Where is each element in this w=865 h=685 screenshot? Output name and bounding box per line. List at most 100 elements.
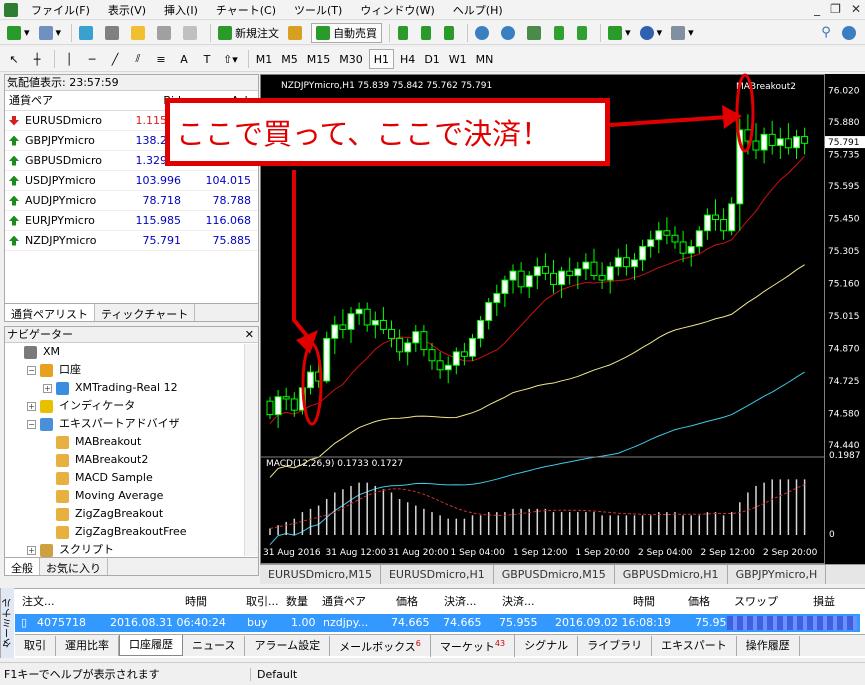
menu-help[interactable]: ヘルプ(H): [444, 2, 512, 18]
menu-view[interactable]: 表示(V): [99, 2, 155, 18]
hdr-volume[interactable]: 数量: [286, 593, 308, 609]
period-d1[interactable]: D1: [421, 49, 442, 69]
period-m5[interactable]: M5: [278, 49, 301, 69]
terminal-tab[interactable]: 操作履歴: [737, 635, 800, 656]
navigator-scrollbar[interactable]: [244, 344, 258, 556]
terminal-tab[interactable]: シグナル: [515, 635, 579, 656]
market-watch-button[interactable]: [76, 23, 99, 43]
chat-button[interactable]: [839, 23, 862, 43]
terminal-tab[interactable]: エキスパート: [652, 635, 737, 656]
label-tool-button[interactable]: T: [197, 49, 217, 69]
terminal-button[interactable]: [154, 23, 177, 43]
nav-item[interactable]: + インディケータ: [5, 397, 258, 415]
menu-insert[interactable]: 挿入(I): [155, 2, 207, 18]
menu-window[interactable]: ウィンドウ(W): [351, 2, 443, 18]
nav-item[interactable]: MACD Sample: [5, 469, 258, 487]
menu-file[interactable]: ファイル(F): [22, 2, 99, 18]
terminal-tab[interactable]: 取引: [15, 635, 56, 656]
nav-item[interactable]: − エキスパートアドバイザ: [5, 415, 258, 433]
restore-icon[interactable]: ❐: [830, 2, 841, 16]
menu-chart[interactable]: チャート(C): [207, 2, 285, 18]
terminal-tab[interactable]: ライブラリ: [578, 635, 653, 656]
nav-item[interactable]: − 口座: [5, 361, 258, 379]
terminal-tab[interactable]: ニュース: [183, 635, 246, 656]
tab-general[interactable]: 全般: [5, 558, 40, 575]
table-row[interactable]: ▯ 4075718 2016.08.31 06:40:24 buy 1.00 n…: [15, 614, 860, 632]
line-chart-button[interactable]: [440, 23, 460, 43]
templates-button[interactable]: ▾: [668, 23, 697, 43]
fibonacci-button[interactable]: ≡: [151, 49, 171, 69]
hdr-profit[interactable]: 損益: [813, 593, 835, 609]
nav-item[interactable]: XM: [5, 343, 258, 361]
text-tool-button[interactable]: A: [174, 49, 194, 69]
metaeditor-button[interactable]: [285, 23, 308, 43]
cursor-button[interactable]: ↖: [4, 49, 24, 69]
hdr-close-time[interactable]: 時間: [633, 593, 655, 609]
indicators-button[interactable]: ▾: [605, 23, 634, 43]
col-symbol[interactable]: 通貨ペア: [5, 91, 113, 110]
terminal-tab[interactable]: アラーム設定: [245, 635, 331, 656]
zoom-in-button[interactable]: [472, 23, 495, 43]
table-row[interactable]: AUDJPYmicro 78.718 78.788: [5, 191, 258, 211]
chart-shift-button[interactable]: [550, 23, 570, 43]
table-row[interactable]: NZDJPYmicro 75.791 75.885: [5, 231, 258, 251]
hdr-symbol[interactable]: 通貨ペア: [322, 593, 366, 609]
nav-item[interactable]: MABreakout2: [5, 451, 258, 469]
crosshair-button[interactable]: ┼: [27, 49, 47, 69]
chart-tab-2[interactable]: EURUSDmicro,H1: [381, 565, 494, 584]
hdr-price[interactable]: 価格: [396, 593, 418, 609]
expand-icon[interactable]: +: [27, 401, 36, 411]
close-icon[interactable]: ✕: [245, 327, 258, 342]
tab-tick-chart[interactable]: ティックチャート: [95, 304, 196, 321]
expand-icon[interactable]: −: [27, 365, 36, 375]
data-window-button[interactable]: [102, 23, 125, 43]
period-m15[interactable]: M15: [304, 49, 334, 69]
tester-button[interactable]: [180, 23, 203, 43]
bar-chart-button[interactable]: [394, 23, 414, 43]
hdr-time[interactable]: 時間: [185, 593, 207, 609]
navigator-button[interactable]: [128, 23, 151, 43]
nav-item[interactable]: Moving Average: [5, 487, 258, 505]
nav-item[interactable]: MABreakout: [5, 433, 258, 451]
nav-item[interactable]: ZigZagBreakout: [5, 505, 258, 523]
expand-icon[interactable]: −: [27, 419, 36, 429]
zoom-out-button[interactable]: [498, 23, 521, 43]
terminal-tab[interactable]: 運用比率: [56, 635, 119, 656]
hdr-tp[interactable]: 決済...: [502, 593, 535, 609]
periods-button[interactable]: ▾: [637, 23, 666, 43]
channel-button[interactable]: ⫽: [128, 49, 148, 69]
expand-icon[interactable]: +: [27, 545, 36, 555]
nav-item[interactable]: ZigZagBreakoutFree: [5, 523, 258, 541]
chart-tab-5[interactable]: GBPJPYmicro,H: [728, 565, 827, 584]
tab-symbols[interactable]: 通貨ペアリスト: [5, 304, 95, 321]
auto-trading-button[interactable]: 自動売買: [311, 22, 383, 43]
tile-windows-button[interactable]: [524, 23, 547, 43]
nav-item[interactable]: + XMTrading-Real 12: [5, 379, 258, 397]
horizontal-line-button[interactable]: ─: [82, 49, 102, 69]
new-chart-button[interactable]: ▾: [4, 23, 33, 43]
candle-chart-button[interactable]: [417, 23, 437, 43]
terminal-tab[interactable]: 口座履歴: [119, 635, 183, 656]
arrows-button[interactable]: ⇧▾: [220, 49, 241, 69]
profiles-button[interactable]: ▾: [36, 23, 65, 43]
terminal-tab[interactable]: マーケット43: [431, 633, 516, 658]
chart-tab-4[interactable]: GBPUSDmicro,H1: [615, 565, 728, 584]
period-m30[interactable]: M30: [336, 49, 366, 69]
period-mn[interactable]: MN: [473, 49, 497, 69]
hdr-type[interactable]: 取引...: [246, 593, 279, 609]
search-button[interactable]: ⚲: [816, 23, 836, 43]
chart-tab-3[interactable]: GBPUSDmicro,M15: [494, 565, 615, 584]
expand-icon[interactable]: +: [43, 383, 52, 393]
hdr-close-price[interactable]: 価格: [688, 593, 710, 609]
menu-tools[interactable]: ツール(T): [285, 2, 351, 18]
table-row[interactable]: USDJPYmicro 103.996 104.015: [5, 171, 258, 191]
hdr-order[interactable]: 注文...: [22, 593, 55, 609]
tab-favorites[interactable]: お気に入り: [40, 558, 108, 575]
hdr-swap[interactable]: スワップ: [734, 593, 778, 609]
new-order-button[interactable]: 新規注文: [215, 23, 282, 43]
hdr-sl[interactable]: 決済...: [444, 593, 477, 609]
terminal-tab[interactable]: メールボックス6: [330, 633, 431, 658]
period-w1[interactable]: W1: [446, 49, 470, 69]
table-row[interactable]: EURJPYmicro 115.985 116.068: [5, 211, 258, 231]
vertical-line-button[interactable]: │: [59, 49, 79, 69]
